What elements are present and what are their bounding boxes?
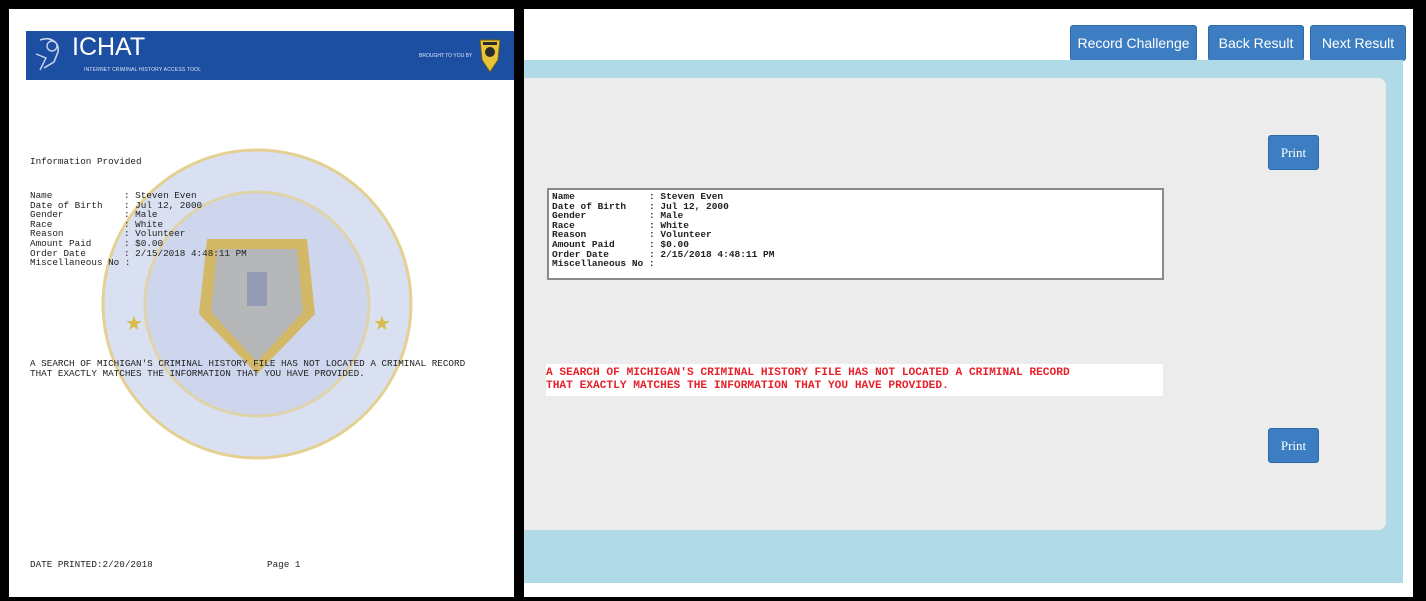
record-row: Amount Paid: $0.00 [552,238,689,250]
results-frame: Print Name: Steven Even Date of Birth: J… [524,60,1403,583]
michigan-state-police-badge-icon [479,39,501,73]
app-name: ICHAT [72,33,146,61]
result-line-2: THAT EXACTLY MATCHES THE INFORMATION THA… [30,368,365,379]
record-row: Miscellaneous No : [552,258,655,270]
print-preview-page: ICHAT INTERNET CRIMINAL HISTORY ACCESS T… [9,9,514,597]
results-card: Print Name: Steven Even Date of Birth: J… [524,78,1386,530]
app-subtitle: INTERNET CRIMINAL HISTORY ACCESS TOOL [84,67,202,73]
record-details-box: Name: Steven Even Date of Birth: Jul 12,… [547,188,1164,280]
svg-text:★: ★ [373,313,391,335]
record-label: Miscellaneous No [552,258,644,270]
field-value: : 2/15/2018 4:48:11 PM [124,247,247,259]
result-page: Record Challenge Back Result Next Result… [524,9,1413,597]
ichat-figure-icon [35,37,60,71]
record-row: Gender: Male [552,210,684,222]
back-result-button[interactable]: Back Result [1208,25,1304,61]
record-row: Name: Steven Even [552,191,724,202]
result-line-1: A SEARCH OF MICHIGAN'S CRIMINAL HISTORY … [546,367,1070,379]
section-heading: Information Provided [30,156,142,167]
next-result-button[interactable]: Next Result [1310,25,1406,61]
print-button-bottom[interactable]: Print [1268,428,1319,463]
field-row: Miscellaneous No : [30,257,131,269]
date-printed: DATE PRINTED:2/20/2018 [30,559,153,570]
record-challenge-button[interactable]: Record Challenge [1070,25,1197,61]
record-row: Date of Birth: Jul 12, 2000 [552,200,729,212]
record-value: 2/15/2018 4:48:11 PM [660,248,775,260]
print-button-top[interactable]: Print [1268,135,1319,170]
result-line-2: THAT EXACTLY MATCHES THE INFORMATION THA… [546,380,949,392]
field-label: Miscellaneous No [30,257,120,269]
brought-by-text: BROUGHT TO YOU BY [419,53,473,59]
record-row: Race: White [552,219,689,231]
no-record-message: A SEARCH OF MICHIGAN'S CRIMINAL HISTORY … [546,364,1163,396]
ichat-banner: ICHAT INTERNET CRIMINAL HISTORY ACCESS T… [26,31,514,80]
page-number: Page 1 [267,559,301,570]
record-row: Reason: Volunteer [552,229,712,241]
svg-text:★: ★ [125,313,143,335]
